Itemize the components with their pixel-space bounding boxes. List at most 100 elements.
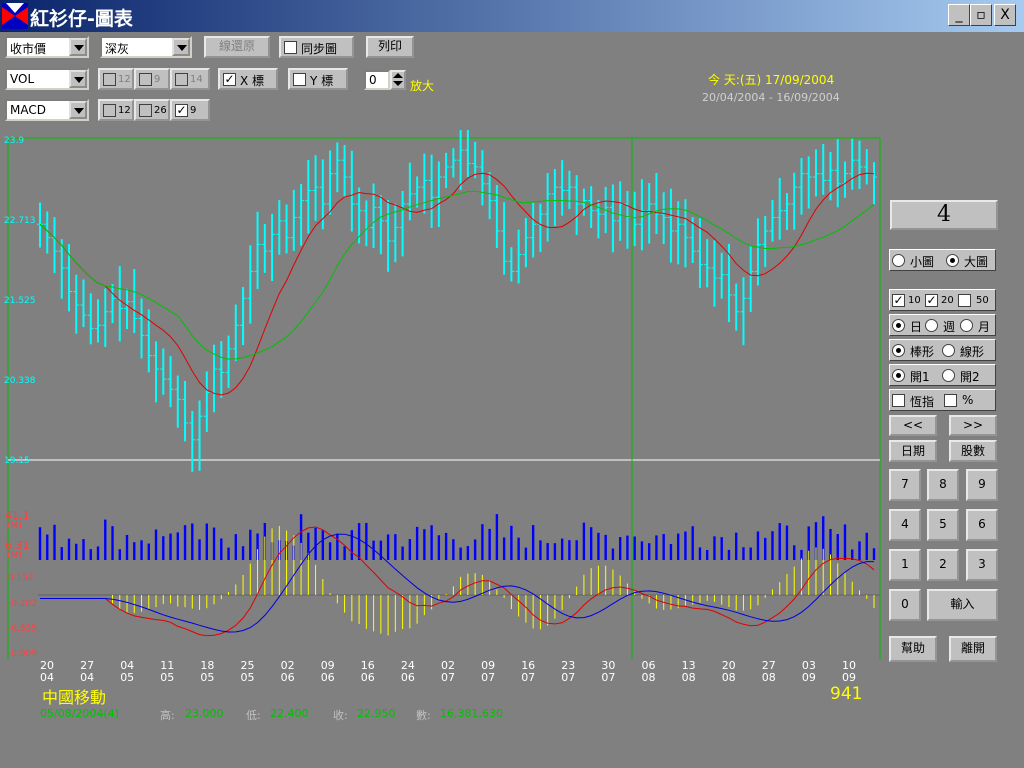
macd-param-2[interactable]: 26 — [134, 99, 170, 121]
key-8[interactable]: 8 — [927, 469, 959, 501]
x-month-label: 09 — [802, 671, 816, 684]
radio-bar-icon[interactable] — [892, 344, 905, 357]
x-axis-checkbox[interactable]: ✓ X 標 — [218, 68, 278, 90]
open1-label[interactable]: 開1 — [910, 368, 930, 385]
volume-bar — [662, 534, 665, 560]
prev-button[interactable]: << — [889, 415, 937, 436]
x-month-label: 08 — [642, 671, 656, 684]
close-window-button[interactable]: X — [994, 4, 1016, 26]
style-line-label[interactable]: 線形 — [960, 343, 984, 360]
radio-line-icon[interactable] — [942, 344, 955, 357]
key-7[interactable]: 7 — [889, 469, 921, 501]
checkbox-icon[interactable] — [958, 294, 971, 307]
checkbox-icon[interactable] — [892, 394, 905, 407]
checkbox-icon[interactable] — [103, 73, 116, 86]
vol-param-2[interactable]: 9 — [134, 68, 170, 90]
volume-bar — [626, 535, 629, 560]
macd-param-1[interactable]: 12 — [98, 99, 134, 121]
checkbox-icon[interactable] — [139, 73, 152, 86]
restore-lines-button[interactable]: 線還原 — [204, 36, 270, 58]
zoom-input[interactable]: 0 — [364, 70, 390, 90]
next-button[interactable]: >> — [949, 415, 997, 436]
period-day-label[interactable]: 日 — [910, 318, 922, 335]
color-select[interactable]: 深灰 — [100, 36, 192, 58]
radio-open2-icon[interactable] — [942, 369, 955, 382]
volume-bar — [560, 538, 564, 560]
volume-bar — [531, 525, 535, 560]
period-month-label[interactable]: 月 — [978, 318, 990, 335]
open-group: 開1 開2 — [889, 364, 996, 386]
print-button[interactable]: 列印 — [366, 36, 414, 58]
radio-small-icon[interactable] — [892, 254, 905, 267]
macd-param-3[interactable]: ✓ 9 — [170, 99, 210, 121]
volume-bar — [336, 533, 339, 560]
checkbox-icon[interactable] — [139, 104, 152, 117]
volume-bar — [82, 539, 85, 560]
sync-chart-checkbox[interactable]: 同步圖 — [279, 36, 354, 58]
chevron-down-icon[interactable] — [172, 38, 190, 56]
macd-osc-bars: 0.152 -0.202 -0.555 -0.909 — [8, 526, 875, 659]
x-month-label: 08 — [762, 671, 776, 684]
vol-param-3[interactable]: 14 — [170, 68, 210, 90]
check-icon[interactable]: ✓ — [892, 294, 905, 307]
check-icon[interactable]: ✓ — [925, 294, 938, 307]
key-4[interactable]: 4 — [889, 509, 921, 541]
volume-bar — [778, 523, 781, 560]
chevron-down-icon[interactable] — [69, 38, 87, 56]
open2-label[interactable]: 開2 — [960, 368, 980, 385]
radio-week-icon[interactable] — [925, 319, 938, 332]
zoom-value: 0 — [369, 73, 377, 87]
price-type-select[interactable]: 收市價 — [5, 36, 89, 58]
help-button[interactable]: 幫助 — [889, 636, 937, 662]
macd-tick-label: -0.202 — [8, 599, 37, 609]
radio-day-icon[interactable] — [892, 319, 905, 332]
style-bar-label[interactable]: 棒形 — [910, 343, 934, 360]
x-month-label: 08 — [722, 671, 736, 684]
macd-tick-label: -0.909 — [8, 649, 37, 659]
key-6[interactable]: 6 — [966, 509, 998, 541]
vol-unit-label: (M) — [7, 521, 22, 531]
checkbox-icon[interactable] — [293, 73, 306, 86]
high-value: 23.000 — [185, 707, 224, 720]
minimize-button[interactable]: _ — [948, 4, 970, 26]
exit-button[interactable]: 離開 — [949, 636, 997, 662]
key-2[interactable]: 2 — [927, 549, 959, 581]
checkbox-icon[interactable] — [284, 41, 297, 54]
radio-large-icon[interactable] — [946, 254, 959, 267]
macd-dif-line — [40, 526, 875, 637]
indicator2-select[interactable]: MACD — [5, 99, 89, 121]
vol-param-1[interactable]: 12 — [98, 68, 134, 90]
key-5[interactable]: 5 — [927, 509, 959, 541]
date-button[interactable]: 日期 — [889, 440, 937, 462]
key-1[interactable]: 1 — [889, 549, 921, 581]
y-axis-checkbox[interactable]: Y 標 — [288, 68, 348, 90]
checkbox-icon[interactable] — [944, 394, 957, 407]
maximize-button[interactable]: ▫ — [970, 4, 992, 26]
period-week-label[interactable]: 週 — [943, 318, 955, 335]
checkbox-icon[interactable] — [175, 73, 188, 86]
size-large-label[interactable]: 大圖 — [964, 253, 988, 270]
volume-bar — [727, 549, 731, 560]
indicator2-value: MACD — [10, 103, 46, 117]
chevron-down-icon[interactable] — [69, 101, 87, 119]
radio-month-icon[interactable] — [960, 319, 973, 332]
size-small-label[interactable]: 小圖 — [910, 253, 934, 270]
chart-axes — [7, 137, 881, 660]
radio-open1-icon[interactable] — [892, 369, 905, 382]
stock-chart[interactable]: 23.9 22.713 21.525 20.338 19.15 41.1(M)6.31(… — [0, 130, 884, 720]
enter-button[interactable]: 輸入 — [927, 589, 998, 621]
spinner-arrows-icon[interactable] — [392, 72, 404, 88]
zoom-spinner[interactable] — [390, 70, 406, 90]
key-9[interactable]: 9 — [966, 469, 998, 501]
check-icon[interactable]: ✓ — [175, 104, 188, 117]
key-3[interactable]: 3 — [966, 549, 998, 581]
key-0[interactable]: 0 — [889, 589, 921, 621]
shares-button[interactable]: 股數 — [949, 440, 997, 462]
check-icon[interactable]: ✓ — [223, 73, 236, 86]
indicator1-select[interactable]: VOL — [5, 68, 89, 90]
big-value-display[interactable]: 4 — [890, 200, 998, 230]
volume-bar — [169, 533, 172, 560]
x-month-label: 05 — [120, 671, 134, 684]
checkbox-icon[interactable] — [103, 104, 116, 117]
chevron-down-icon[interactable] — [69, 70, 87, 88]
